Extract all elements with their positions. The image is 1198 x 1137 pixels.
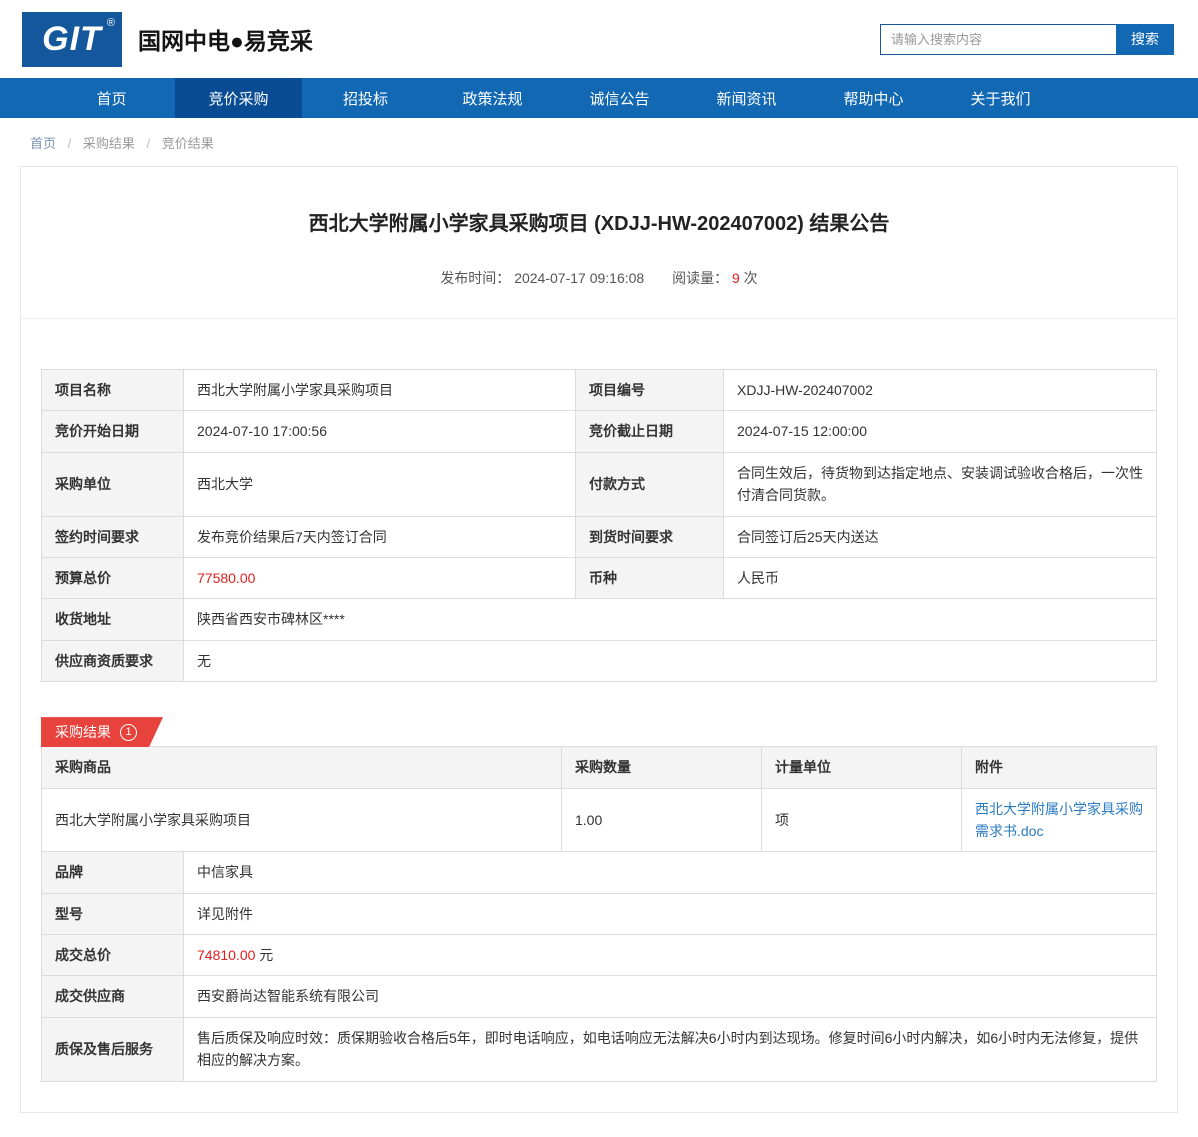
product-name: 西北大学附属小学家具采购项目 <box>42 788 562 852</box>
budget-total-value: 77580.00 <box>184 557 576 598</box>
site-title: 国网中电●易竞采 <box>138 22 313 56</box>
field-label: 项目编号 <box>576 370 724 411</box>
logo-text: GIT <box>42 20 102 59</box>
field-value: 合同生效后，待货物到达指定地点、安装调试验收合格后，一次性付清合同货款。 <box>724 452 1157 516</box>
table-row: 签约时间要求 发布竞价结果后7天内签订合同 到货时间要求 合同签订后25天内送达 <box>42 516 1157 557</box>
search-box: 搜索 <box>880 24 1174 55</box>
field-label: 质保及售后服务 <box>42 1017 184 1081</box>
field-label: 成交总价 <box>42 935 184 976</box>
purchase-result-table: 采购商品 采购数量 计量单位 附件 西北大学附属小学家具采购项目 1.00 项 … <box>41 746 1157 852</box>
table-row: 竞价开始日期 2024-07-10 17:00:56 竞价截止日期 2024-0… <box>42 411 1157 452</box>
field-value: 售后质保及响应时效：质保期验收合格后5年，即时电话响应，如电话响应无法解决6小时… <box>184 1017 1157 1081</box>
field-value: 无 <box>184 640 1157 681</box>
field-value: 合同签订后25天内送达 <box>724 516 1157 557</box>
result-count-badge: 1 <box>120 724 137 741</box>
view-count-number: 9 <box>732 270 740 286</box>
table-row: 收货地址 陕西省西安市碑林区**** <box>42 599 1157 640</box>
breadcrumb-separator: / <box>147 136 151 151</box>
field-value: 陕西省西安市碑林区**** <box>184 599 1157 640</box>
measure-unit: 项 <box>762 788 962 852</box>
main-nav: 首页 竞价采购 招投标 政策法规 诚信公告 新闻资讯 帮助中心 关于我们 <box>0 78 1198 118</box>
attachment-cell: 西北大学附属小学家具采购需求书.doc <box>962 788 1157 852</box>
field-value: 中信家具 <box>184 852 1157 893</box>
field-label: 签约时间要求 <box>42 516 184 557</box>
table-row: 质保及售后服务 售后质保及响应时效：质保期验收合格后5年，即时电话响应，如电话响… <box>42 1017 1157 1081</box>
purchase-quantity: 1.00 <box>562 788 762 852</box>
result-detail-table: 品牌 中信家具 型号 详见附件 成交总价 74810.00 元 成交供应商 西安… <box>41 851 1157 1081</box>
search-button[interactable]: 搜索 <box>1116 24 1174 55</box>
field-label: 收货地址 <box>42 599 184 640</box>
deal-amount: 74810.00 <box>197 947 255 963</box>
table-row: 成交供应商 西安爵尚达智能系统有限公司 <box>42 976 1157 1017</box>
table-row: 西北大学附属小学家具采购项目 1.00 项 西北大学附属小学家具采购需求书.do… <box>42 788 1157 852</box>
nav-item-policies[interactable]: 政策法规 <box>429 78 556 118</box>
nav-item-bidding-purchase[interactable]: 竞价采购 <box>175 78 302 118</box>
field-label: 竞价开始日期 <box>42 411 184 452</box>
field-label: 供应商资质要求 <box>42 640 184 681</box>
announcement-meta: 发布时间： 2024-07-17 09:16:08 阅读量： 9 次 <box>61 268 1137 318</box>
column-header-attachment: 附件 <box>962 747 1157 788</box>
purchase-result-tag: 采购结果 1 <box>41 717 163 747</box>
breadcrumb-home[interactable]: 首页 <box>30 136 56 151</box>
page-title: 西北大学附属小学家具采购项目 (XDJJ-HW-202407002) 结果公告 <box>61 207 1137 236</box>
field-value: 西北大学附属小学家具采购项目 <box>184 370 576 411</box>
table-row: 型号 详见附件 <box>42 893 1157 934</box>
field-value: 发布竞价结果后7天内签订合同 <box>184 516 576 557</box>
breadcrumb-separator: / <box>68 136 72 151</box>
nav-item-help-center[interactable]: 帮助中心 <box>810 78 937 118</box>
nav-item-news[interactable]: 新闻资讯 <box>683 78 810 118</box>
attachment-link[interactable]: 西北大学附属小学家具采购需求书.doc <box>975 801 1143 839</box>
purchase-result-tag-label: 采购结果 <box>55 722 111 742</box>
table-row: 采购单位 西北大学 付款方式 合同生效后，待货物到达指定地点、安装调试验收合格后… <box>42 452 1157 516</box>
project-info-table: 项目名称 西北大学附属小学家具采购项目 项目编号 XDJJ-HW-2024070… <box>41 369 1157 682</box>
nav-item-about-us[interactable]: 关于我们 <box>937 78 1064 118</box>
field-value: 人民币 <box>724 557 1157 598</box>
field-label: 采购单位 <box>42 452 184 516</box>
field-label: 预算总价 <box>42 557 184 598</box>
table-row: 供应商资质要求 无 <box>42 640 1157 681</box>
field-value: XDJJ-HW-202407002 <box>724 370 1157 411</box>
table-row: 成交总价 74810.00 元 <box>42 935 1157 976</box>
field-label: 竞价截止日期 <box>576 411 724 452</box>
field-label: 项目名称 <box>42 370 184 411</box>
top-bar: GIT ® 国网中电●易竞采 搜索 <box>0 0 1198 78</box>
table-row: 预算总价 77580.00 币种 人民币 <box>42 557 1157 598</box>
search-input[interactable] <box>880 24 1116 55</box>
column-header-product: 采购商品 <box>42 747 562 788</box>
deal-total-value: 74810.00 元 <box>184 935 1157 976</box>
announcement-body: 项目名称 西北大学附属小学家具采购项目 项目编号 XDJJ-HW-2024070… <box>21 319 1177 1112</box>
deal-amount-unit: 元 <box>259 947 273 963</box>
column-header-quantity: 采购数量 <box>562 747 762 788</box>
nav-item-integrity-notices[interactable]: 诚信公告 <box>556 78 683 118</box>
registered-mark: ® <box>107 17 115 29</box>
nav-item-home[interactable]: 首页 <box>48 78 175 118</box>
announcement-card: 西北大学附属小学家具采购项目 (XDJJ-HW-202407002) 结果公告 … <box>20 166 1178 1113</box>
field-label: 到货时间要求 <box>576 516 724 557</box>
site-logo[interactable]: GIT ® <box>22 12 122 67</box>
field-label: 付款方式 <box>576 452 724 516</box>
publish-time: 发布时间： 2024-07-17 09:16:08 <box>440 270 648 286</box>
breadcrumb: 首页 / 采购结果 / 竞价结果 <box>0 118 1198 164</box>
breadcrumb-purchase-results[interactable]: 采购结果 <box>83 136 135 151</box>
column-header-unit: 计量单位 <box>762 747 962 788</box>
nav-item-tenders[interactable]: 招投标 <box>302 78 429 118</box>
field-label: 型号 <box>42 893 184 934</box>
field-value: 详见附件 <box>184 893 1157 934</box>
view-count: 阅读量： 9 次 <box>672 270 758 286</box>
field-label: 成交供应商 <box>42 976 184 1017</box>
breadcrumb-bidding-results: 竞价结果 <box>162 136 214 151</box>
field-value: 西安爵尚达智能系统有限公司 <box>184 976 1157 1017</box>
table-row: 项目名称 西北大学附属小学家具采购项目 项目编号 XDJJ-HW-2024070… <box>42 370 1157 411</box>
field-label: 币种 <box>576 557 724 598</box>
table-row: 品牌 中信家具 <box>42 852 1157 893</box>
field-value: 2024-07-10 17:00:56 <box>184 411 576 452</box>
announcement-header: 西北大学附属小学家具采购项目 (XDJJ-HW-202407002) 结果公告 … <box>21 167 1177 318</box>
table-header-row: 采购商品 采购数量 计量单位 附件 <box>42 747 1157 788</box>
field-value: 西北大学 <box>184 452 576 516</box>
field-label: 品牌 <box>42 852 184 893</box>
field-value: 2024-07-15 12:00:00 <box>724 411 1157 452</box>
